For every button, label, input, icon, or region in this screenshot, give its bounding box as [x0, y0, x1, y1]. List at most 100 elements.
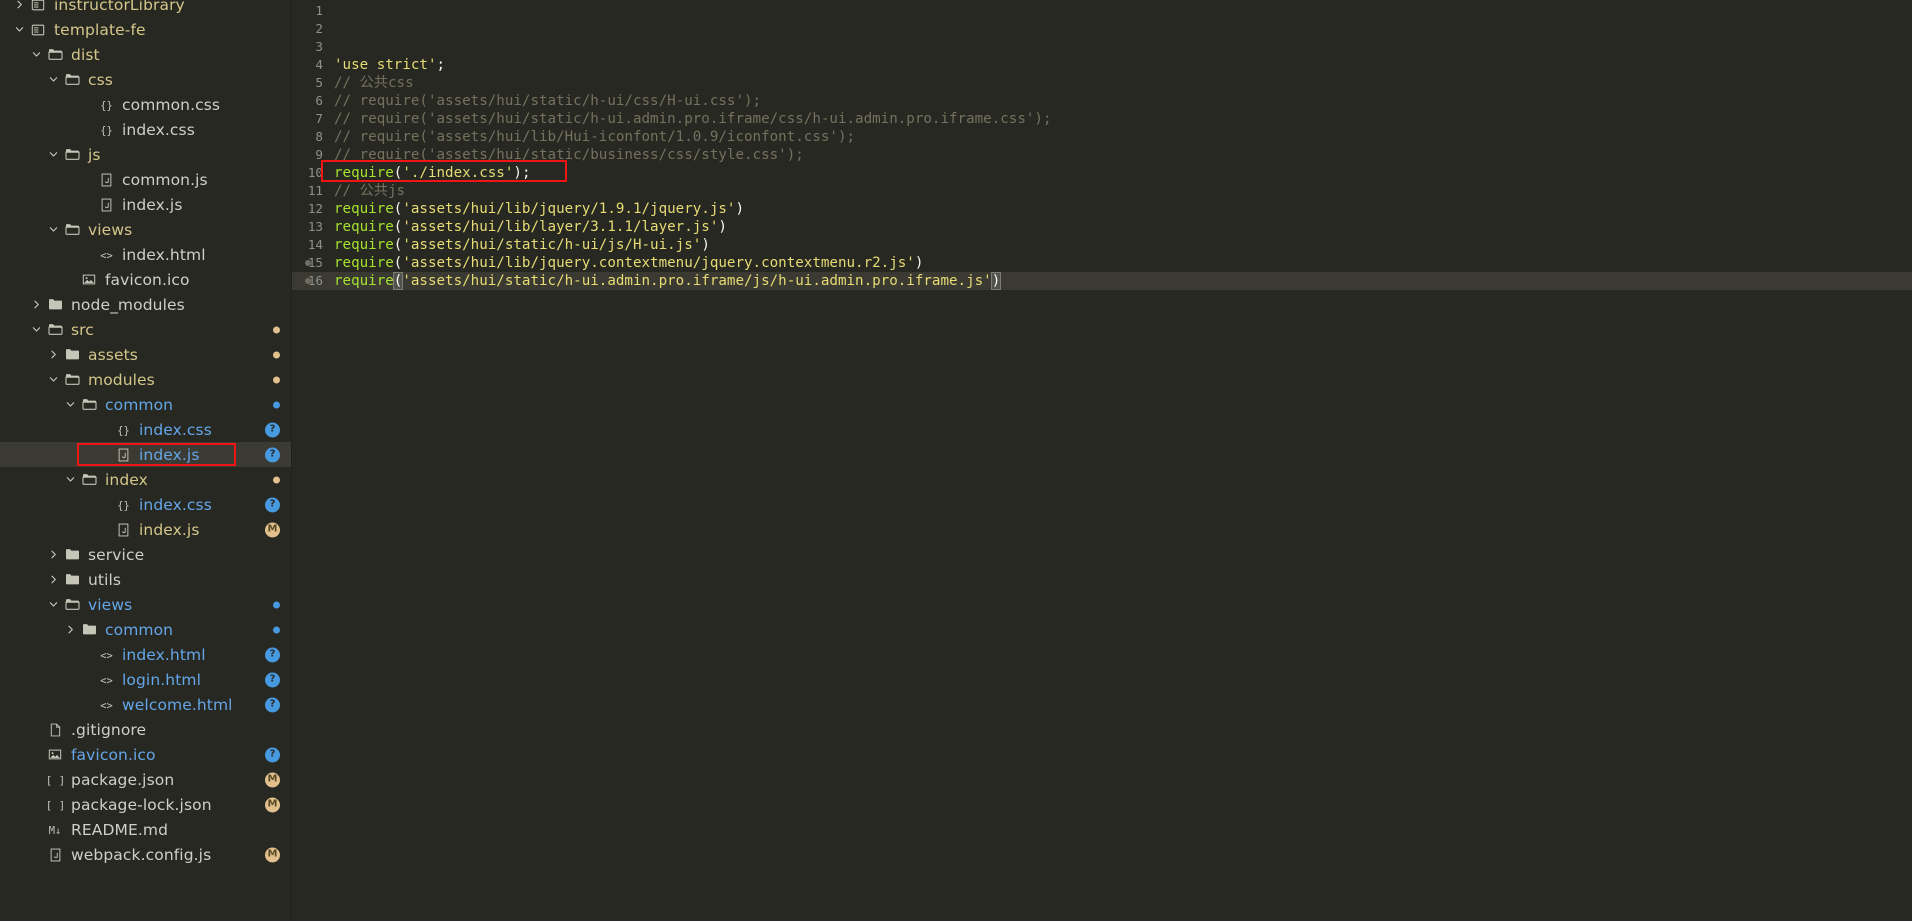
code-line-text[interactable]: require('assets/hui/static/h-ui/js/H-ui.… [334, 236, 710, 254]
code-line-text[interactable]: require('assets/hui/static/h-ui.admin.pr… [334, 272, 1002, 290]
chevron-down-icon[interactable] [44, 600, 62, 609]
tree-folder-common[interactable]: common [0, 392, 291, 417]
code-line[interactable]: 14 require('assets/hui/static/h-ui/js/H-u… [292, 236, 1912, 254]
tree-file-index-css[interactable]: {} index.css [0, 117, 291, 142]
tree-file-welcome-html[interactable]: <> welcome.html? [0, 692, 291, 717]
code-line-text[interactable]: // require('assets/hui/static/business/c… [334, 146, 804, 164]
code-line[interactable]: 4 'use strict'; [292, 56, 1912, 74]
chevron-down-icon[interactable] [44, 375, 62, 384]
tree-folder-assets[interactable]: assets [0, 342, 291, 367]
code-line[interactable]: 8 // require('assets/hui/lib/Hui-iconfont… [292, 128, 1912, 146]
chevron-right-icon[interactable] [10, 0, 28, 9]
chevron-down-icon[interactable] [61, 475, 79, 484]
code-editor-pane[interactable]: 1 2 3 4'use strict'; 5// 公共css 6// require('a… [292, 0, 1912, 921]
chevron-down-icon[interactable] [27, 325, 45, 334]
tree-folder-common[interactable]: common [0, 617, 291, 642]
code-line[interactable]: 15 require('assets/hui/lib/jquery.context… [292, 254, 1912, 272]
tree-file--gitignore[interactable]: .gitignore [0, 717, 291, 742]
tree-folder-src[interactable]: src [0, 317, 291, 342]
code-line[interactable]: 1 [292, 2, 1912, 20]
folder-icon [79, 623, 99, 636]
tree-item-label: template-fe [54, 20, 146, 39]
tree-file-index-js[interactable]: index.js? [0, 442, 291, 467]
html-file-icon: <> [96, 248, 116, 262]
tree-folder-views[interactable]: views [0, 217, 291, 242]
tree-folder-utils[interactable]: utils [0, 567, 291, 592]
folder-icon [62, 548, 82, 561]
chevron-right-icon[interactable] [61, 625, 79, 634]
code-line[interactable]: 12 require('assets/hui/lib/jquery/1.9.1/j… [292, 200, 1912, 218]
tree-folder-instructorlibrary[interactable]: instructorLibrary [0, 0, 291, 17]
code-line-text[interactable]: require('assets/hui/lib/jquery/1.9.1/jqu… [334, 200, 744, 218]
tree-folder-views[interactable]: views [0, 592, 291, 617]
code-line[interactable]: 16 require('assets/hui/static/h-ui.admin.… [292, 272, 1912, 290]
tree-folder-template-fe[interactable]: template-fe [0, 17, 291, 42]
code-line[interactable]: 11 // 公共js [292, 182, 1912, 200]
chevron-down-icon[interactable] [44, 225, 62, 234]
tree-file-favicon-ico[interactable]: favicon.ico? [0, 742, 291, 767]
code-line[interactable]: 7 // require('assets/hui/static/h-ui.admi… [292, 110, 1912, 128]
tree-file-common-js[interactable]: common.js [0, 167, 291, 192]
tree-file-readme-md[interactable]: M↓ README.md [0, 817, 291, 842]
code-token: // 公共css [334, 75, 414, 91]
code-line[interactable]: 5 // 公共css [292, 74, 1912, 92]
tree-item-label: login.html [122, 670, 201, 689]
tree-file-index-html[interactable]: <> index.html? [0, 642, 291, 667]
folder-open-icon [62, 223, 82, 236]
tree-file-index-css[interactable]: {} index.css? [0, 417, 291, 442]
code-line[interactable]: 13 require('assets/hui/lib/layer/3.1.1/la… [292, 218, 1912, 236]
code-line-text[interactable]: require('assets/hui/lib/jquery.contextme… [334, 254, 923, 272]
tree-file-favicon-ico[interactable]: favicon.ico [0, 267, 291, 292]
file-tree[interactable]: instructorLibrary template-fe dist css {} com… [0, 0, 291, 867]
tree-folder-modules[interactable]: modules [0, 367, 291, 392]
explorer-sidebar[interactable]: instructorLibrary template-fe dist css {} com… [0, 0, 292, 921]
tree-folder-js[interactable]: js [0, 142, 291, 167]
tree-item-label: favicon.ico [71, 745, 156, 764]
tree-file-index-js[interactable]: index.js [0, 192, 291, 217]
code-line-text[interactable]: require('./index.css'); [334, 164, 530, 182]
status-badge-untracked: ? [265, 497, 280, 512]
line-number: 16 [307, 273, 323, 288]
code-token: require [334, 201, 394, 217]
tree-file-package-json[interactable]: [ ] package.json M [0, 767, 291, 792]
code-line-text[interactable]: // require('assets/hui/lib/Hui-iconfont/… [334, 128, 855, 146]
line-number: 1 [315, 3, 323, 18]
tree-folder-node-modules[interactable]: node_modules [0, 292, 291, 317]
tree-file-package-lock-json[interactable]: [ ] package-lock.json M [0, 792, 291, 817]
chevron-right-icon[interactable] [44, 575, 62, 584]
code-line[interactable]: 3 [292, 38, 1912, 56]
code-line-text[interactable]: // 公共css [334, 74, 414, 92]
tree-item-label: common [105, 395, 174, 414]
chevron-down-icon[interactable] [61, 400, 79, 409]
code-line-text[interactable]: // require('assets/hui/static/h-ui.admin… [334, 110, 1052, 128]
tree-folder-service[interactable]: service [0, 542, 291, 567]
tree-folder-index[interactable]: index [0, 467, 291, 492]
tree-file-common-css[interactable]: {} common.css [0, 92, 291, 117]
tree-file-index-css[interactable]: {} index.css? [0, 492, 291, 517]
chevron-down-icon[interactable] [10, 25, 28, 34]
code-line-text[interactable]: // 公共js [334, 182, 405, 200]
code-line-text[interactable]: // require('assets/hui/static/h-ui/css/H… [334, 92, 761, 110]
chevron-right-icon[interactable] [44, 350, 62, 359]
code-line[interactable]: 9 // require('assets/hui/static/business/… [292, 146, 1912, 164]
code-line[interactable]: 10 require('./index.css'); [292, 164, 1912, 182]
code-line-text[interactable]: 'use strict'; [334, 56, 445, 74]
tree-folder-css[interactable]: css [0, 67, 291, 92]
code-content[interactable]: 1 2 3 4'use strict'; 5// 公共css 6// require('a… [292, 0, 1912, 290]
code-line[interactable]: 6 // require('assets/hui/static/h-ui/css/… [292, 92, 1912, 110]
json-file-icon: [ ] [45, 773, 65, 787]
tree-file-index-html[interactable]: <> index.html [0, 242, 291, 267]
code-line-text[interactable]: require('assets/hui/lib/layer/3.1.1/laye… [334, 218, 727, 236]
chevron-down-icon[interactable] [27, 50, 45, 59]
chevron-right-icon[interactable] [27, 300, 45, 309]
tree-folder-dist[interactable]: dist [0, 42, 291, 67]
tree-file-webpack-config-js[interactable]: webpack.config.js M [0, 842, 291, 867]
chevron-down-icon[interactable] [44, 75, 62, 84]
chevron-down-icon[interactable] [44, 150, 62, 159]
code-line[interactable]: 2 [292, 20, 1912, 38]
tree-file-login-html[interactable]: <> login.html? [0, 667, 291, 692]
chevron-right-icon[interactable] [44, 550, 62, 559]
tree-file-index-js[interactable]: index.js M [0, 517, 291, 542]
tree-item-label: instructorLibrary [54, 0, 185, 14]
code-token: ; [521, 165, 531, 181]
